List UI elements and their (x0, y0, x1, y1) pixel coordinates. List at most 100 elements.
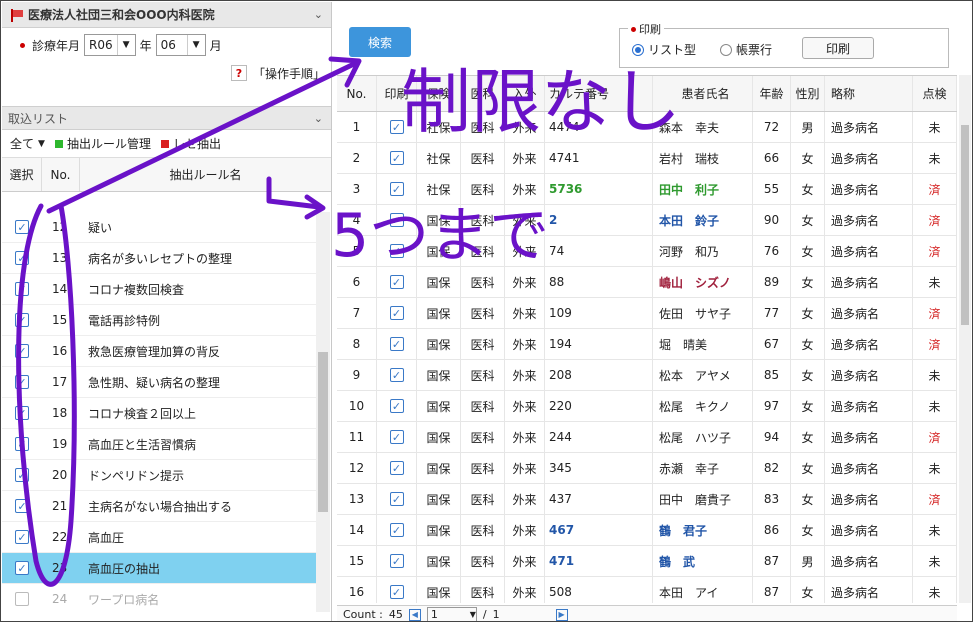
help-icon[interactable]: ? (230, 65, 247, 81)
col-rule-name[interactable]: 抽出ルール名 (80, 158, 331, 191)
cell-chart-no[interactable]: 4474 (545, 112, 653, 142)
cell-chart-no[interactable]: 5736 (545, 174, 653, 204)
all-dropdown[interactable]: 全て ▼ (10, 135, 45, 152)
rule-row[interactable]: ✓ 14 コロナ複数回検査 (2, 274, 316, 305)
cell-print[interactable]: ✓ (377, 422, 417, 452)
rule-checkbox-cell[interactable]: ✓ (2, 251, 42, 265)
rule-row[interactable]: ✓ 13 病名が多いレセプトの整理 (2, 243, 316, 274)
rule-checkbox-cell[interactable]: ✓ (2, 220, 42, 234)
print-checkbox[interactable]: ✓ (389, 182, 404, 196)
rule-row[interactable]: ✓ 20 ドンペリドン提示 (2, 460, 316, 491)
checkbox[interactable]: ✓ (15, 282, 29, 296)
cell-patient-name[interactable]: 松尾 キクノ (653, 391, 753, 421)
next-page-icon[interactable]: ▶ (555, 608, 568, 621)
table-row[interactable]: 6 ✓ 国保 医科 外来 88 嶋山 シズノ 89 女過多病名未 (337, 267, 957, 298)
grid-col-header[interactable]: 点検 (913, 76, 957, 111)
print-checkbox[interactable]: ✓ (389, 399, 404, 413)
grid-scrollbar[interactable] (959, 75, 971, 603)
rule-checkbox-cell[interactable]: ✓ (2, 344, 42, 358)
rule-list-scrollbar[interactable] (316, 212, 330, 612)
print-checkbox[interactable]: ✓ (389, 492, 404, 506)
print-checkbox[interactable]: ✓ (389, 120, 404, 134)
table-row[interactable]: 9 ✓ 国保 医科 外来 208 松本 アヤメ 85 女過多病名未 (337, 360, 957, 391)
table-row[interactable]: 3 ✓ 社保 医科 外来 5736 田中 利子 55 女過多病名済 (337, 174, 957, 205)
checkbox[interactable]: ✓ (15, 437, 29, 451)
cell-chart-no[interactable]: 471 (545, 546, 653, 576)
table-row[interactable]: 11 ✓ 国保 医科 外来 244 松尾 ハツ子 94 女過多病名済 (337, 422, 957, 453)
rule-row[interactable]: ✓ 15 電話再診特例 (2, 305, 316, 336)
rule-manage-button[interactable]: 抽出ルール管理 (54, 135, 151, 152)
cell-chart-no[interactable]: 194 (545, 329, 653, 359)
cell-patient-name[interactable]: 本田 アイ (653, 577, 753, 603)
table-row[interactable]: 8 ✓ 国保 医科 外来 194 堀 晴美 67 女過多病名済 (337, 329, 957, 360)
checkbox[interactable]: ✓ (15, 375, 29, 389)
print-checkbox[interactable]: ✓ (389, 213, 404, 227)
col-no[interactable]: No. (42, 158, 80, 191)
rule-checkbox-cell[interactable]: ✓ (2, 561, 42, 575)
rule-checkbox-cell[interactable]: ✓ (2, 499, 42, 513)
cell-patient-name[interactable]: 嶋山 シズノ (653, 267, 753, 297)
rule-row[interactable]: ✓ 19 高血圧と生活習慣病 (2, 429, 316, 460)
cell-patient-name[interactable]: 松本 アヤメ (653, 360, 753, 390)
table-row[interactable]: 10 ✓ 国保 医科 外来 220 松尾 キクノ 97 女過多病名未 (337, 391, 957, 422)
rule-checkbox-cell[interactable]: ✓ (2, 437, 42, 451)
cell-print[interactable]: ✓ (377, 298, 417, 328)
cell-chart-no[interactable]: 74 (545, 236, 653, 266)
grid-col-header[interactable]: 年齢 (753, 76, 791, 111)
grid-col-header[interactable]: 略称 (825, 76, 913, 111)
checkbox[interactable]: ✓ (15, 344, 29, 358)
rule-row[interactable]: 24 ワープロ病名 (2, 584, 316, 612)
scroll-thumb[interactable] (961, 125, 969, 325)
rule-row[interactable]: ✓ 18 コロナ検査２回以上 (2, 398, 316, 429)
table-row[interactable]: 4 ✓ 国保 医科 外来 2 本田 鈴子 90 女過多病名済 (337, 205, 957, 236)
cell-print[interactable]: ✓ (377, 329, 417, 359)
era-select[interactable]: R06 ▼ (84, 34, 136, 56)
grid-col-header[interactable]: 入外 (505, 76, 545, 111)
checkbox[interactable]: ✓ (15, 530, 29, 544)
rule-row[interactable]: ✓ 12 疑い (2, 212, 316, 243)
cell-patient-name[interactable]: 田中 磨貴子 (653, 484, 753, 514)
radio-form-row[interactable]: 帳票行 (720, 41, 772, 58)
cell-chart-no[interactable]: 345 (545, 453, 653, 483)
checkbox[interactable]: ✓ (15, 406, 29, 420)
table-row[interactable]: 15 ✓ 国保 医科 外来 471 鶴 武 87 男過多病名未 (337, 546, 957, 577)
prev-page-icon[interactable]: ◀ (408, 608, 421, 621)
cell-print[interactable]: ✓ (377, 453, 417, 483)
rule-checkbox-cell[interactable]: ✓ (2, 530, 42, 544)
cell-chart-no[interactable]: 208 (545, 360, 653, 390)
cell-patient-name[interactable]: 田中 利子 (653, 174, 753, 204)
print-checkbox[interactable]: ✓ (389, 244, 404, 258)
checkbox[interactable]: ✓ (15, 313, 29, 327)
month-select[interactable]: 06 ▼ (155, 34, 206, 56)
cell-print[interactable]: ✓ (377, 205, 417, 235)
rule-row[interactable]: ✓ 23 高血圧の抽出 (2, 553, 316, 584)
table-row[interactable]: 2 ✓ 社保 医科 外来 4741 岩村 瑞枝 66 女過多病名未 (337, 143, 957, 174)
col-select[interactable]: 選択 (2, 158, 42, 191)
help-link[interactable]: 「操作手順」 (253, 65, 325, 82)
rule-row[interactable]: ✓ 16 救急医療管理加算の背反 (2, 336, 316, 367)
cell-print[interactable]: ✓ (377, 515, 417, 545)
cell-print[interactable]: ✓ (377, 236, 417, 266)
import-list-header[interactable]: 取込リスト ⌄ (2, 106, 331, 130)
grid-col-header[interactable]: 医科 (461, 76, 505, 111)
cell-chart-no[interactable]: 2 (545, 205, 653, 235)
radio-list-type[interactable]: リスト型 (632, 41, 696, 58)
print-checkbox[interactable]: ✓ (389, 461, 404, 475)
cell-print[interactable]: ✓ (377, 267, 417, 297)
print-button[interactable]: 印刷 (802, 37, 874, 59)
rule-checkbox-cell[interactable]: ✓ (2, 282, 42, 296)
rule-row[interactable]: ✓ 22 高血圧 (2, 522, 316, 553)
cell-patient-name[interactable]: 堀 晴美 (653, 329, 753, 359)
grid-col-header[interactable]: カルテ番号 (545, 76, 653, 111)
scroll-thumb[interactable] (318, 352, 328, 512)
table-row[interactable]: 14 ✓ 国保 医科 外来 467 鶴 君子 86 女過多病名未 (337, 515, 957, 546)
cell-chart-no[interactable]: 88 (545, 267, 653, 297)
cell-patient-name[interactable]: 本田 鈴子 (653, 205, 753, 235)
grid-col-header[interactable]: No. (337, 76, 377, 111)
grid-col-header[interactable]: 患者氏名 (653, 76, 753, 111)
page-select[interactable]: 1 ▼ (426, 606, 477, 621)
cell-print[interactable]: ✓ (377, 360, 417, 390)
checkbox[interactable]: ✓ (15, 220, 29, 234)
cell-print[interactable]: ✓ (377, 577, 417, 603)
table-row[interactable]: 16 ✓ 国保 医科 外来 508 本田 アイ 87 女過多病名未 (337, 577, 957, 603)
